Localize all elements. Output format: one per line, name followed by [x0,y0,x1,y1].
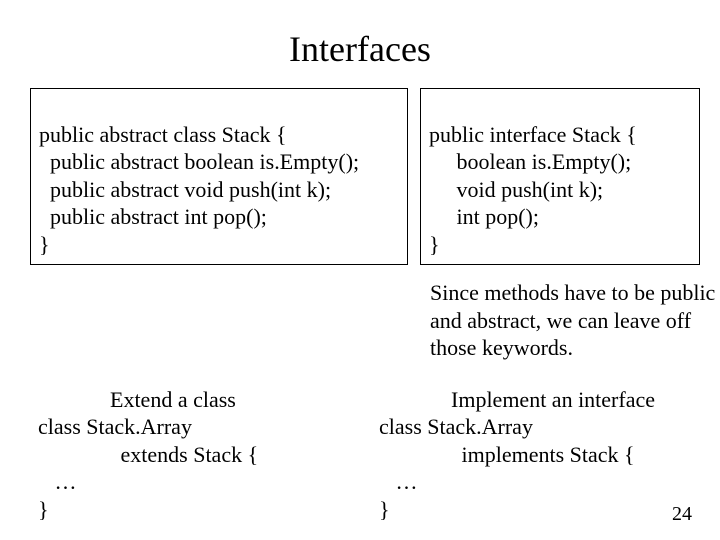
explanatory-note: Since methods have to be public and abst… [430,279,720,362]
code-line: } [38,497,49,522]
slide: Interfaces public abstract class Stack {… [0,0,720,540]
col-heading: Implement an interface [451,386,690,414]
abstract-class-box: public abstract class Stack { public abs… [30,88,408,265]
col-heading: Extend a class [110,386,349,414]
page-number: 24 [672,503,692,526]
code-line: extends Stack { [38,442,258,467]
interface-box: public interface Stack { boolean is.Empt… [420,88,700,265]
code-line: … [379,469,418,494]
code-line: implements Stack { [379,442,635,467]
extend-class-col: Extend a classclass Stack.Array extends … [30,386,349,524]
code-line: } [39,232,50,257]
code-line: boolean is.Empty(); [429,149,631,174]
code-line: class Stack.Array [379,414,533,439]
code-line: public abstract boolean is.Empty(); [39,149,359,174]
code-line: int pop(); [429,204,539,229]
code-line: } [429,232,440,257]
slide-title: Interfaces [30,28,690,70]
code-line: public abstract class Stack { [39,122,287,147]
code-line: public abstract void push(int k); [39,177,331,202]
code-line: void push(int k); [429,177,603,202]
code-line: class Stack.Array [38,414,192,439]
code-line: } [379,497,390,522]
code-box-row: public abstract class Stack { public abs… [30,88,690,265]
bottom-row: Extend a classclass Stack.Array extends … [30,386,690,524]
code-line: … [38,469,77,494]
code-line: public interface Stack { [429,122,637,147]
implement-interface-col: Implement an interfaceclass Stack.Array … [349,386,690,524]
code-line: public abstract int pop(); [39,204,267,229]
